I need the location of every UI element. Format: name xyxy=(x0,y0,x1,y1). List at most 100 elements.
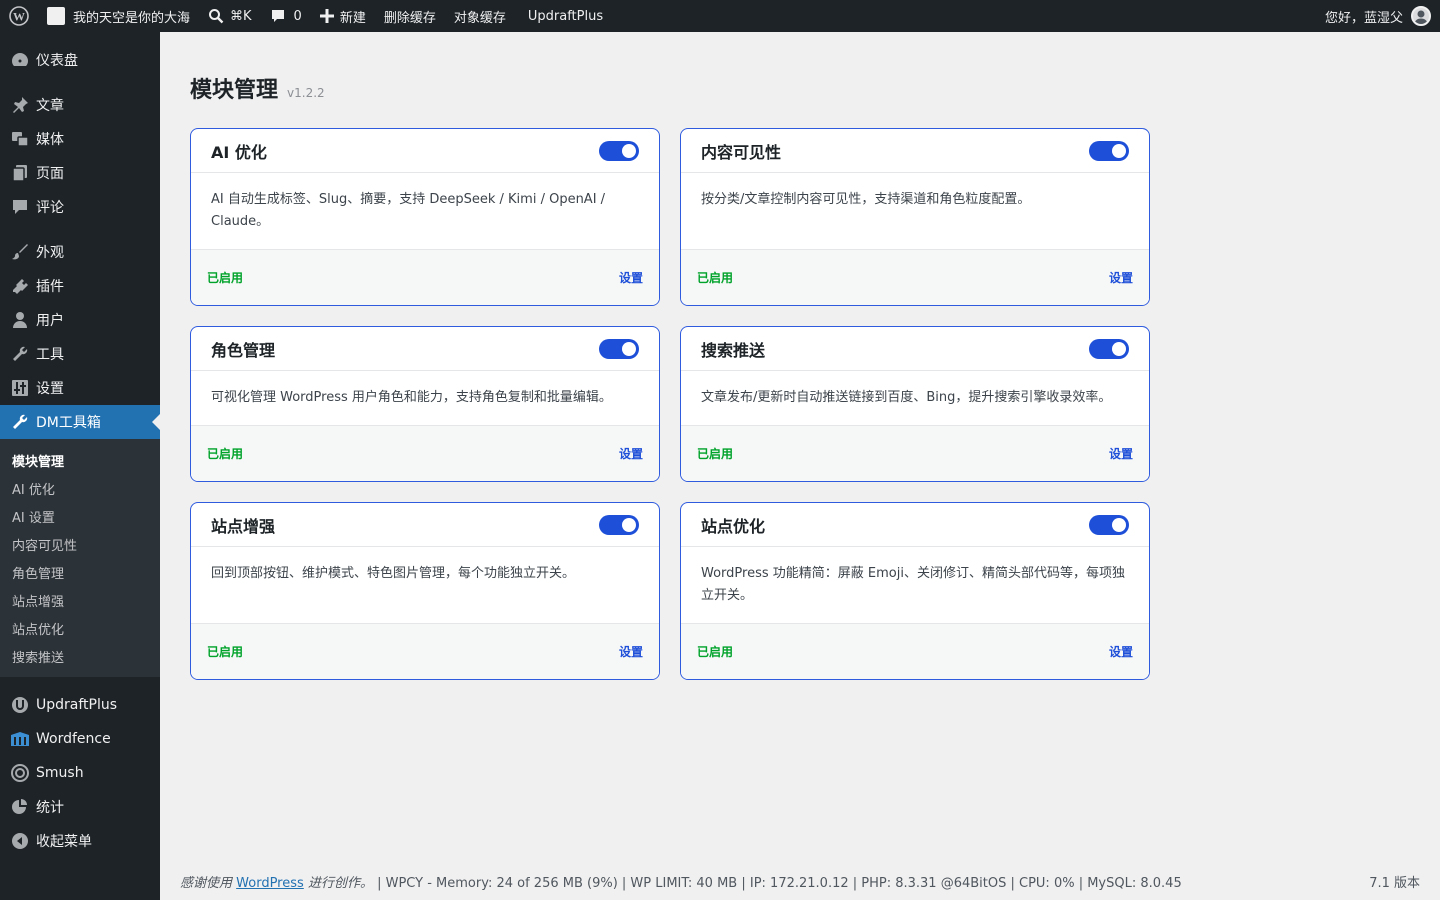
status-badge: 已启用 xyxy=(207,645,244,659)
card-description: AI 自动生成标签、Slug、摘要，支持 DeepSeek / Kimi / O… xyxy=(211,192,606,229)
menu-label: UpdraftPlus xyxy=(36,697,118,713)
menu-label: 统计 xyxy=(36,800,64,816)
card-footer: 已启用 设置 xyxy=(681,623,1149,679)
module-toggle[interactable] xyxy=(599,140,639,161)
menu-plugins[interactable]: 插件 xyxy=(0,269,160,303)
card-header: 角色管理 xyxy=(191,327,659,371)
menu-label: Wordfence xyxy=(36,731,111,747)
module-toggle[interactable] xyxy=(1089,514,1129,535)
plugin-icon xyxy=(10,276,30,296)
wordpress-link[interactable]: WordPress xyxy=(236,876,304,891)
menu-wordfence[interactable]: Wordfence xyxy=(0,722,160,756)
submenu-role-management[interactable]: 角色管理 xyxy=(0,558,160,586)
svg-text:W: W xyxy=(13,10,25,24)
updraftplus-link[interactable]: UpdraftPlus xyxy=(519,0,612,32)
wordpress-logo-icon[interactable]: W xyxy=(0,0,38,32)
card-header: 搜索推送 xyxy=(681,327,1149,371)
pin-icon xyxy=(10,95,30,115)
submenu-module-management[interactable]: 模块管理 xyxy=(0,446,160,474)
object-cache-link[interactable]: 对象缓存 xyxy=(445,0,515,32)
submenu-search-push[interactable]: 搜索推送 xyxy=(0,642,160,670)
shortcut-label: ⌘K xyxy=(230,8,252,24)
menu-dm-toolbox[interactable]: DM工具箱 xyxy=(0,405,160,439)
my-account-link[interactable]: 您好，蓝湿父 xyxy=(1316,0,1440,32)
page-icon xyxy=(10,163,30,183)
user-avatar-icon xyxy=(1414,10,1428,24)
menu-pages[interactable]: 页面 xyxy=(0,156,160,190)
version-label: v1.2.2 xyxy=(287,86,325,100)
module-card-site-enhance: 站点增强 回到顶部按钮、维护模式、特色图片管理，每个功能独立开关。 已启用 设置 xyxy=(190,502,660,680)
submenu-ai-optimize[interactable]: AI 优化 xyxy=(0,474,160,502)
home-icon xyxy=(47,7,65,25)
submenu-ai-settings[interactable]: AI 设置 xyxy=(0,502,160,530)
menu-appearance[interactable]: 外观 xyxy=(0,235,160,269)
card-description: 按分类/文章控制内容可见性，支持渠道和角色粒度配置。 xyxy=(701,192,1031,207)
menu-smush[interactable]: Smush xyxy=(0,756,160,790)
menu-label: 插件 xyxy=(36,279,64,295)
updraftplus-icon xyxy=(10,695,30,715)
menu-updraftplus[interactable]: UpdraftPlus xyxy=(0,688,160,722)
module-card-site-optimize: 站点优化 WordPress 功能精简：屏蔽 Emoji、关闭修订、精简头部代码… xyxy=(680,502,1150,680)
module-toggle[interactable] xyxy=(1089,140,1129,161)
card-description: 文章发布/更新时自动推送链接到百度、Bing，提升搜索引擎收录效率。 xyxy=(701,390,1112,405)
settings-link[interactable]: 设置 xyxy=(1109,445,1133,462)
module-toggle[interactable] xyxy=(599,514,639,535)
comment-icon xyxy=(10,197,30,217)
menu-comments[interactable]: 评论 xyxy=(0,190,160,224)
admin-menu: 仪表盘 文章 媒体 页面 评论 外观 插件 用户 工具 设置 DM工具箱 模块管… xyxy=(0,32,160,900)
card-header: AI 优化 xyxy=(191,129,659,173)
menu-tools[interactable]: 工具 xyxy=(0,337,160,371)
card-header: 站点增强 xyxy=(191,503,659,547)
footer-server-info: | WPCY - Memory: 24 of 256 MB (9%) | WP … xyxy=(372,876,1182,891)
footer-thanks-prefix: 感谢使用 xyxy=(180,876,233,891)
module-card-search-push: 搜索推送 文章发布/更新时自动推送链接到百度、Bing，提升搜索引擎收录效率。 … xyxy=(680,326,1150,482)
user-icon xyxy=(10,310,30,330)
menu-collapse[interactable]: 收起菜单 xyxy=(0,824,160,858)
menu-label: 收起菜单 xyxy=(36,834,92,850)
submenu-site-optimize[interactable]: 站点优化 xyxy=(0,614,160,642)
settings-link[interactable]: 设置 xyxy=(1109,643,1133,660)
card-title: 角色管理 xyxy=(211,340,276,360)
page-header: 模块管理 v1.2.2 xyxy=(190,72,325,104)
brush-icon xyxy=(10,242,30,262)
settings-link[interactable]: 设置 xyxy=(619,269,643,286)
search-icon xyxy=(209,9,224,24)
menu-label: 用户 xyxy=(36,313,64,329)
greeting: 您好，蓝湿父 xyxy=(1324,10,1403,26)
site-name-link[interactable]: 我的天空是你的大海 xyxy=(38,0,199,32)
module-toggle[interactable] xyxy=(599,338,639,359)
settings-link[interactable]: 设置 xyxy=(619,445,643,462)
wordfence-icon xyxy=(10,729,30,749)
card-footer: 已启用 设置 xyxy=(191,249,659,305)
avatar xyxy=(1411,6,1431,26)
settings-sliders-icon xyxy=(10,378,30,398)
module-card-content-visibility: 内容可见性 按分类/文章控制内容可见性，支持渠道和角色粒度配置。 已启用 设置 xyxy=(680,128,1150,306)
smush-icon xyxy=(10,763,30,783)
submenu-content-visibility[interactable]: 内容可见性 xyxy=(0,530,160,558)
menu-label: DM工具箱 xyxy=(36,415,101,431)
card-title: 站点增强 xyxy=(211,516,276,536)
menu-label: Smush xyxy=(36,765,84,781)
module-grid: AI 优化 AI 自动生成标签、Slug、摘要，支持 DeepSeek / Ki… xyxy=(190,128,1150,680)
new-content-link[interactable]: 新建 xyxy=(311,0,375,32)
menu-settings[interactable]: 设置 xyxy=(0,371,160,405)
clear-cache-link[interactable]: 删除缓存 xyxy=(375,0,445,32)
settings-link[interactable]: 设置 xyxy=(619,643,643,660)
submenu-site-enhance[interactable]: 站点增强 xyxy=(0,586,160,614)
card-title: AI 优化 xyxy=(211,142,267,162)
menu-posts[interactable]: 文章 xyxy=(0,88,160,122)
menu-dashboard[interactable]: 仪表盘 xyxy=(0,43,160,77)
menu-stats[interactable]: 统计 xyxy=(0,790,160,824)
module-card-role-management: 角色管理 可视化管理 WordPress 用户角色和能力，支持角色复制和批量编辑… xyxy=(190,326,660,482)
menu-label: 外观 xyxy=(36,245,64,261)
card-description: 回到顶部按钮、维护模式、特色图片管理，每个功能独立开关。 xyxy=(211,566,576,581)
status-badge: 已启用 xyxy=(697,645,734,659)
comments-link[interactable]: 0 xyxy=(261,0,311,32)
card-header: 站点优化 xyxy=(681,503,1149,547)
settings-link[interactable]: 设置 xyxy=(1109,269,1133,286)
command-palette-button[interactable]: ⌘K xyxy=(199,0,261,32)
footer-version: 7.1 版本 xyxy=(1369,876,1420,891)
menu-media[interactable]: 媒体 xyxy=(0,122,160,156)
module-toggle[interactable] xyxy=(1089,338,1129,359)
menu-users[interactable]: 用户 xyxy=(0,303,160,337)
